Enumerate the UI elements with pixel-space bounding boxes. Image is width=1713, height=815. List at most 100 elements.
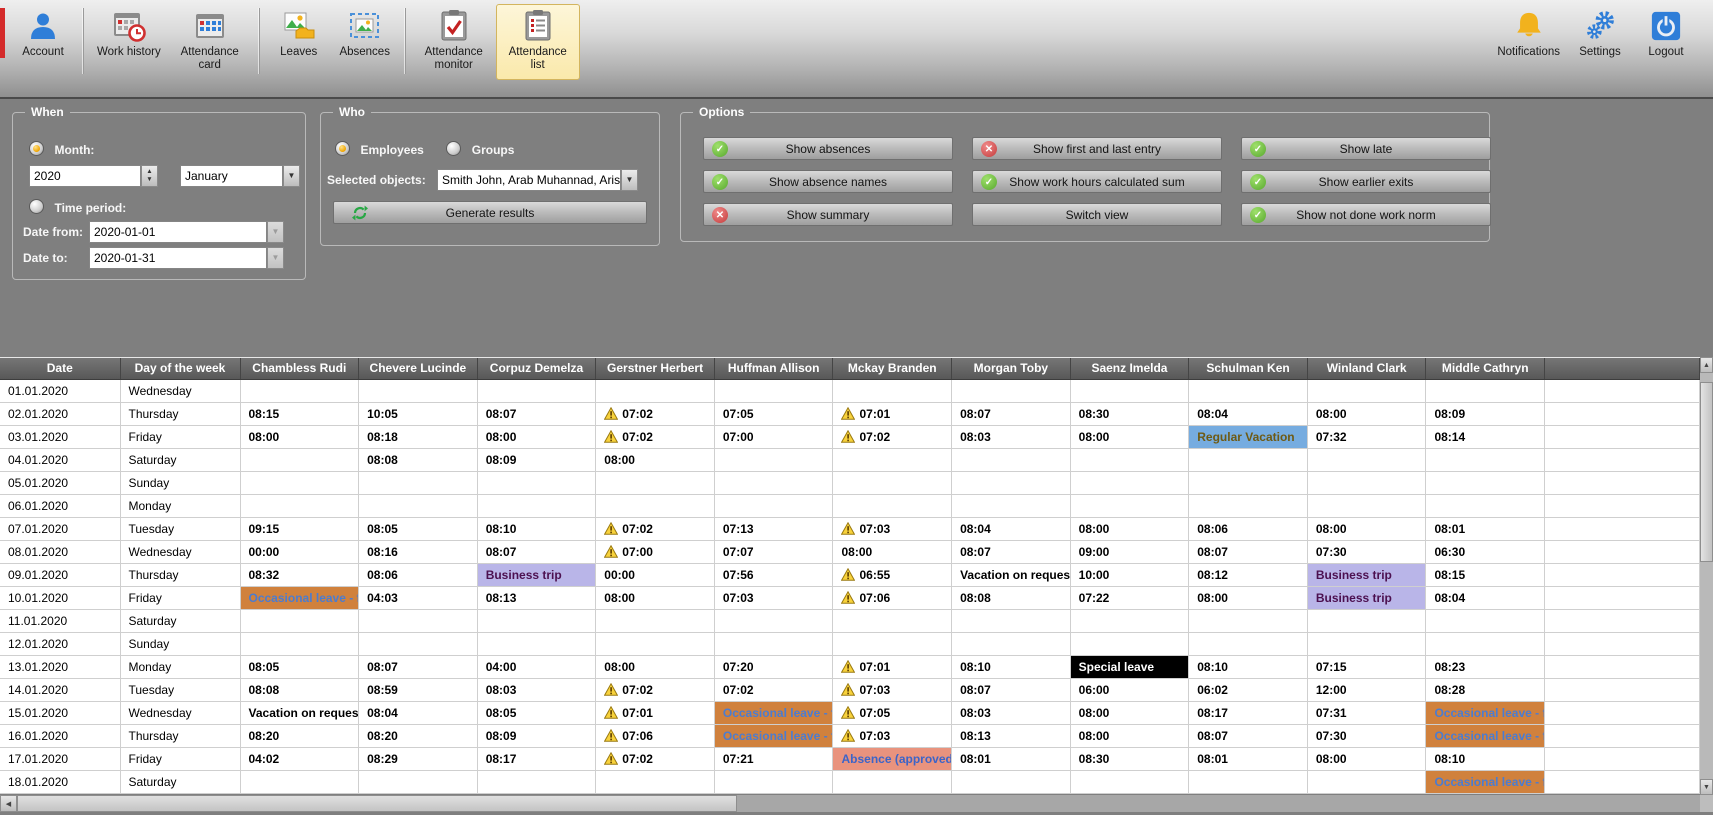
option-show-summary[interactable]: ✕Show summary (703, 203, 953, 226)
day-of-week-cell: Tuesday (120, 517, 240, 540)
day-of-week-cell: Thursday (120, 402, 240, 425)
horizontal-scrollbar-thumb[interactable] (17, 795, 737, 812)
year-input[interactable] (29, 165, 141, 187)
filler-cell (1545, 678, 1700, 701)
toolbar-button-label: Leaves (280, 46, 317, 59)
entry-time-cell: 10:00 (1070, 563, 1189, 586)
chevron-down-icon[interactable]: ▼ (621, 169, 638, 191)
empty-cell (714, 379, 833, 402)
selected-objects-dropdown[interactable]: Smith John, Arab Muhannad, Arispe An ▼ (437, 169, 638, 191)
status-icon: ✓ (1250, 141, 1266, 157)
time-period-radio[interactable] (29, 199, 44, 214)
year-spinner[interactable]: ▲▼ (141, 165, 158, 187)
entry-time-cell: 06:02 (1189, 678, 1308, 701)
entry-time-cell: 08:01 (1426, 517, 1545, 540)
chevron-down-icon[interactable]: ▼ (283, 165, 300, 187)
entry-time-cell: 08:07 (952, 678, 1071, 701)
option-show-late[interactable]: ✓Show late (1241, 137, 1491, 160)
vertical-scrollbar-thumb[interactable] (1700, 382, 1713, 562)
scroll-left-arrow[interactable]: ◀ (0, 795, 17, 812)
entry-time-cell: 08:00 (596, 586, 715, 609)
entry-time-cell: 08:13 (952, 724, 1071, 747)
entry-time-cell: 08:10 (952, 655, 1071, 678)
entry-time-cell: 08:00 (833, 540, 952, 563)
entry-time-cell (1307, 770, 1426, 793)
option-show-work-hours-calculated-sum[interactable]: ✓Show work hours calculated sum (972, 170, 1222, 193)
option-show-first-and-last-entry[interactable]: ✕Show first and last entry (972, 137, 1222, 160)
status-icon: ✕ (712, 207, 728, 223)
month-radio[interactable] (29, 141, 44, 156)
filler-cell (1545, 586, 1700, 609)
settings-button[interactable]: Settings (1567, 4, 1633, 62)
date-from-input[interactable] (89, 221, 267, 243)
empty-cell (1189, 448, 1308, 471)
empty-cell (952, 609, 1071, 632)
empty-cell (1189, 609, 1308, 632)
toolbar-button-label: Account (22, 46, 64, 59)
leaves-button[interactable]: Leaves (266, 4, 332, 62)
column-header: Chevere Lucinde (359, 358, 478, 379)
entry-time-cell: 09:00 (1070, 540, 1189, 563)
entry-time: 07:01 (622, 706, 653, 720)
empty-cell (1426, 632, 1545, 655)
generate-results-button[interactable]: Generate results (333, 201, 647, 224)
absence-cell: Occasional leave - fam (1426, 724, 1545, 747)
notifications-button[interactable]: Notifications (1490, 4, 1567, 62)
entry-time-cell: 08:07 (477, 540, 596, 563)
empty-cell (833, 494, 952, 517)
late-entry-time-cell: 07:02 (596, 425, 715, 448)
scroll-up-arrow[interactable]: ▲ (1700, 357, 1713, 373)
date-cell: 14.01.2020 (0, 678, 120, 701)
late-entry-time-cell: 07:06 (596, 724, 715, 747)
groups-radio[interactable] (446, 141, 461, 156)
horizontal-scrollbar[interactable]: ◀ (0, 795, 1713, 812)
selected-objects-value: Smith John, Arab Muhannad, Arispe An (437, 169, 621, 191)
account-button[interactable]: Account (10, 4, 76, 62)
day-of-week-cell: Saturday (120, 609, 240, 632)
empty-cell (1189, 471, 1308, 494)
option-show-not-done-work-norm[interactable]: ✓Show not done work norm (1241, 203, 1491, 226)
late-entry-time-cell: 07:02 (596, 402, 715, 425)
work-history-button[interactable]: Work history (90, 4, 168, 62)
option-label: Switch view (1066, 208, 1129, 222)
scroll-down-arrow[interactable]: ▼ (1700, 779, 1713, 795)
attendance-monitor-button[interactable]: Attendance monitor (412, 4, 496, 75)
attendance-card-button[interactable]: Attendance card (168, 4, 252, 75)
filler-cell (1545, 425, 1700, 448)
empty-cell (1189, 494, 1308, 517)
option-switch-view[interactable]: Switch view (972, 203, 1222, 226)
filler-cell (1545, 448, 1700, 471)
entry-time-cell: 07:30 (1307, 540, 1426, 563)
date-to-input[interactable] (89, 247, 267, 269)
empty-cell (1307, 609, 1426, 632)
leaves-icon (282, 9, 316, 43)
filler-cell (1545, 402, 1700, 425)
day-of-week-cell: Friday (120, 425, 240, 448)
entry-time-cell (833, 770, 952, 793)
absence-cell: Occasional leave - fam (1426, 770, 1545, 793)
date-from-calendar-dropdown[interactable]: ▼ (267, 221, 284, 243)
empty-cell (1426, 471, 1545, 494)
empty-cell (359, 379, 478, 402)
vertical-scrollbar[interactable]: ▲ ▼ (1700, 357, 1713, 795)
employees-radio[interactable] (335, 141, 350, 156)
entry-time-cell: 08:13 (477, 586, 596, 609)
month-dropdown[interactable]: January ▼ (180, 165, 300, 187)
entry-time-cell: 09:15 (240, 517, 359, 540)
option-label: Show absences (786, 142, 871, 156)
option-show-absences[interactable]: ✓Show absences (703, 137, 953, 160)
entry-time-cell: 04:00 (477, 655, 596, 678)
toolbar-button-label: Attendance list (503, 46, 573, 72)
option-show-earlier-exits[interactable]: ✓Show earlier exits (1241, 170, 1491, 193)
entry-time-cell: 08:00 (1070, 724, 1189, 747)
entry-time: 07:00 (622, 545, 653, 559)
attendance-list-button[interactable]: Attendance list (496, 4, 580, 80)
date-cell: 18.01.2020 (0, 770, 120, 793)
absences-button[interactable]: Absences (332, 4, 398, 62)
day-of-week-cell: Saturday (120, 770, 240, 793)
logout-button[interactable]: Logout (1633, 4, 1699, 62)
date-to-calendar-dropdown[interactable]: ▼ (267, 247, 284, 269)
entry-time: 07:02 (622, 430, 653, 444)
option-show-absence-names[interactable]: ✓Show absence names (703, 170, 953, 193)
main-toolbar: Account Work history (0, 0, 1713, 99)
